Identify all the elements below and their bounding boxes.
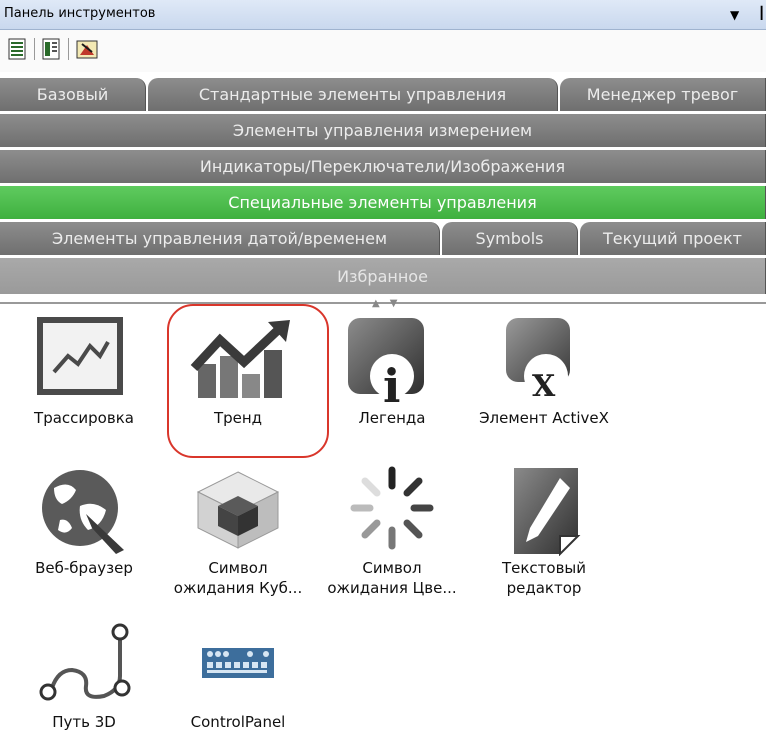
item-label-line1: Символ [208, 559, 268, 577]
toolbar-separator [68, 38, 69, 60]
tab-symbols[interactable]: Symbols [442, 222, 578, 255]
item-label: Символ ожидания Цве... [322, 558, 462, 598]
activex-icon: X [506, 318, 570, 404]
svg-text:X: X [532, 369, 556, 404]
tab-measurement-controls[interactable]: Элементы управления измерением [0, 114, 766, 147]
tab-special-controls[interactable]: Специальные элементы управления [0, 186, 766, 219]
tab-basic[interactable]: Базовый [0, 78, 146, 111]
item-label: Текстовый редактор [474, 558, 614, 598]
toolbox-item-legend[interactable]: i Легенда [322, 316, 462, 432]
item-label: Путь 3D [52, 713, 116, 731]
item-label-line1: Текстовый [501, 559, 587, 577]
tab-standard-controls[interactable]: Стандартные элементы управления [148, 78, 558, 111]
svg-text:i: i [383, 359, 400, 406]
item-label: Элемент ActiveX [479, 409, 609, 427]
toolbar-separator [34, 38, 35, 60]
pin-icon[interactable]: ┃ [758, 6, 765, 20]
waiting-spinner-icon [350, 466, 434, 550]
item-label-line1: Символ [362, 559, 422, 577]
item-label: Символ ожидания Куб... [168, 558, 308, 598]
control-panel-icon [202, 648, 274, 678]
item-label: Тренд [213, 409, 263, 427]
tab-current-project[interactable]: Текущий проект [580, 222, 766, 255]
web-browser-globe-icon [42, 470, 124, 554]
toolbox-item-activex[interactable]: X Элемент ActiveX [474, 316, 614, 432]
item-label-line2: редактор [506, 579, 582, 597]
tab-alarm-manager[interactable]: Менеджер тревог [560, 78, 766, 111]
item-label: Веб-браузер [35, 559, 133, 577]
toolbox-item-path-3d[interactable]: Путь 3D [14, 620, 154, 736]
list-view-icon[interactable] [8, 38, 26, 60]
item-label: Легенда [358, 409, 426, 427]
panel-toolbar [0, 30, 766, 72]
path-3d-icon [39, 623, 131, 701]
legend-info-icon: i [348, 318, 424, 406]
toolbox-item-waiting-spinner[interactable]: Символ ожидания Цве... [322, 466, 462, 602]
toolbox-item-trace[interactable]: Трассировка [14, 316, 154, 432]
tab-date-time-controls[interactable]: Элементы управления датой/временем [0, 222, 440, 255]
panel-title: Панель инструментов [4, 6, 156, 21]
tab-indicators-switches-images[interactable]: Индикаторы/Переключатели/Изображения [0, 150, 766, 183]
text-editor-icon [514, 468, 581, 556]
panel-titlebar: Панель инструментов ▼ ┃ [0, 0, 766, 30]
toolbox-item-waiting-cube[interactable]: Символ ожидания Куб... [168, 466, 308, 602]
item-label: Трассировка [34, 409, 134, 427]
toolbox-item-web-browser[interactable]: Веб-браузер [14, 466, 154, 582]
toolbox-item-trend[interactable]: Тренд [168, 316, 308, 432]
trace-chart-icon [37, 317, 123, 395]
tab-favorites[interactable]: Избранное [0, 258, 766, 294]
item-label-line2: ожидания Цве... [327, 579, 457, 597]
detail-view-icon[interactable] [42, 38, 60, 60]
item-label: ControlPanel [190, 713, 286, 731]
trend-chart-icon [190, 320, 290, 398]
tab-divider: ▲▼ [0, 298, 766, 309]
dropdown-arrow-icon[interactable]: ▼ [730, 8, 739, 22]
toolbox-item-control-panel[interactable]: ControlPanel [168, 620, 308, 736]
toolbox-item-text-editor[interactable]: Текстовый редактор [474, 466, 614, 602]
picture-tool-icon[interactable] [76, 38, 98, 60]
item-label-line2: ожидания Куб... [173, 579, 303, 597]
waiting-cube-icon [196, 471, 280, 549]
